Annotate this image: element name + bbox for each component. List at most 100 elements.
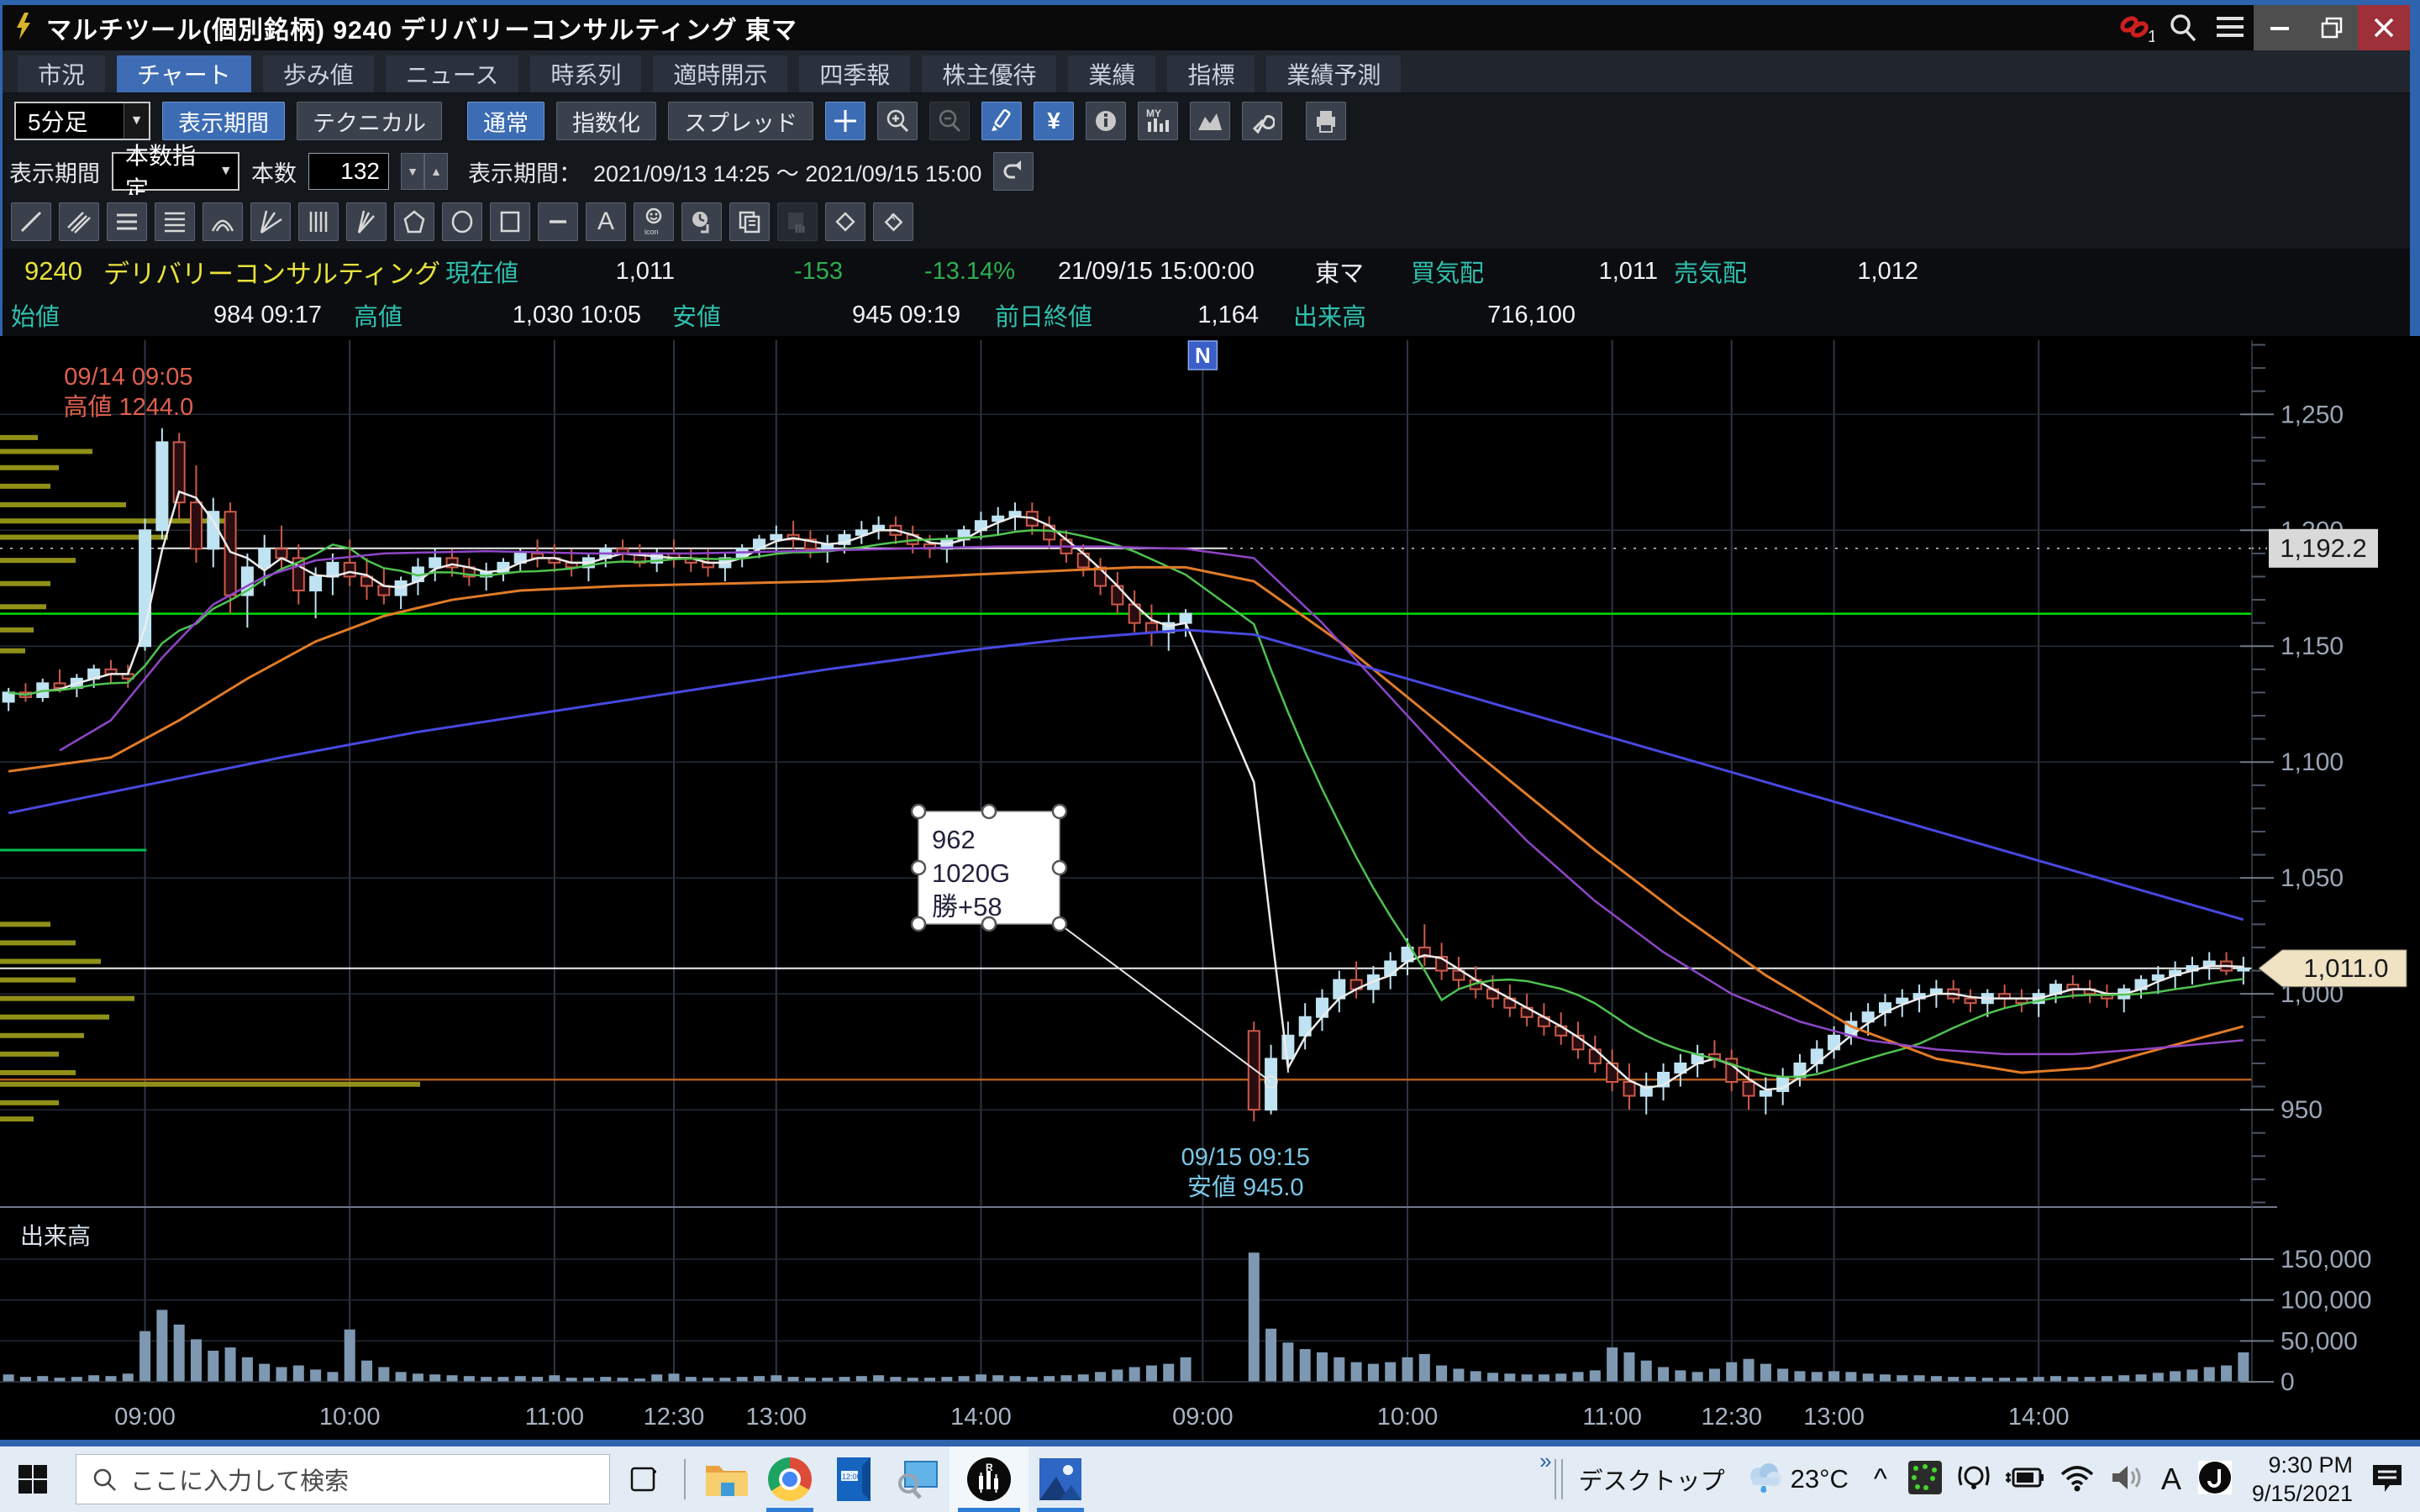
- eraser-all-tool-icon[interactable]: A: [873, 202, 913, 241]
- photos-app-icon[interactable]: [1028, 1446, 1092, 1512]
- tab-四季報[interactable]: 四季報: [799, 55, 910, 92]
- svg-text:12:30: 12:30: [1701, 1404, 1762, 1431]
- print-icon[interactable]: [1306, 102, 1346, 140]
- info-icon[interactable]: [1086, 102, 1126, 140]
- tab-時系列[interactable]: 時系列: [530, 55, 641, 92]
- svg-text:14:00: 14:00: [2008, 1404, 2070, 1431]
- temperature-label[interactable]: 23°C: [1791, 1464, 1849, 1494]
- axes-layer: 9501,0001,0501,1001,1501,2001,250050,000…: [0, 340, 2371, 1431]
- svg-text:安値 945.0: 安値 945.0: [1187, 1173, 1304, 1201]
- svg-text:1,150: 1,150: [2281, 633, 2344, 660]
- zoom-out-icon[interactable]: [929, 102, 970, 140]
- zoom-in-icon[interactable]: [877, 102, 918, 140]
- wifi-tray-icon[interactable]: [2059, 1462, 2096, 1497]
- file-explorer-icon[interactable]: [694, 1446, 758, 1512]
- vertical-lines-tool-icon[interactable]: [298, 202, 339, 241]
- display-period-button[interactable]: 表示期間: [162, 102, 285, 140]
- range-value: 2021/09/13 14:25 ～ 2021/09/15 15:00: [593, 155, 981, 188]
- my-chart-icon[interactable]: MY: [1138, 102, 1178, 140]
- arcs-tool-icon[interactable]: [203, 202, 243, 241]
- count-decrement-button[interactable]: ▼: [401, 153, 424, 190]
- svg-text:1,250: 1,250: [2281, 401, 2344, 428]
- pentagon-tool-icon[interactable]: [394, 202, 434, 241]
- reload-icon[interactable]: [993, 152, 1034, 191]
- svg-text:MY: MY: [1146, 108, 1161, 119]
- taskbar-separator: [1561, 1459, 1563, 1499]
- ask-label: 売気配: [1674, 249, 1747, 294]
- tab-歩み値[interactable]: 歩み値: [263, 55, 374, 92]
- minimize-button[interactable]: [2254, 5, 2306, 50]
- speed-lines-tool-icon[interactable]: [346, 202, 387, 241]
- app-bolt-icon: [13, 12, 34, 45]
- volume-tray-icon[interactable]: [2109, 1462, 2146, 1497]
- chart-canvas[interactable]: 9501,0001,0501,1001,1501,2001,250050,000…: [0, 336, 2420, 1440]
- action-center-icon[interactable]: [2370, 1460, 2405, 1499]
- task-view-button[interactable]: [610, 1446, 676, 1512]
- tab-適時開示[interactable]: 適時開示: [653, 55, 787, 92]
- trendline-tool-icon[interactable]: [11, 202, 51, 241]
- tab-指標[interactable]: 指標: [1167, 55, 1255, 92]
- taskbar-clock[interactable]: 9:30 PM 9/15/2021: [2252, 1451, 2353, 1508]
- spread-mode-button[interactable]: スプレッド: [668, 102, 813, 140]
- yen-icon[interactable]: ¥: [1034, 102, 1074, 140]
- camera-tray-icon[interactable]: [1956, 1462, 1991, 1498]
- desktop-toolbar-label[interactable]: デスクトップ: [1579, 1462, 1725, 1497]
- horizontal-lines4-tool-icon[interactable]: [155, 202, 195, 241]
- fan-lines-tool-icon[interactable]: [250, 202, 291, 241]
- rectangle-tool-icon[interactable]: [490, 202, 530, 241]
- menu-icon[interactable]: [2207, 5, 2254, 50]
- desktop-screen: マルチツール(個別銘柄) 9240 デリバリーコンサルティング 東マ 1: [0, 0, 2420, 1512]
- svg-text:09:00: 09:00: [1172, 1404, 1234, 1431]
- led-tray-icon[interactable]: [1907, 1460, 1943, 1499]
- hand-drag-tool-icon[interactable]: [777, 202, 818, 241]
- text-tool-icon[interactable]: A: [586, 202, 626, 241]
- tab-市況[interactable]: 市況: [18, 55, 105, 92]
- icon-stamp-tool-icon[interactable]: icon: [634, 202, 674, 241]
- tab-株主優待[interactable]: 株主優待: [922, 55, 1056, 92]
- trading-app-icon[interactable]: R: [950, 1446, 1028, 1512]
- restore-button[interactable]: [2306, 5, 2358, 50]
- ime-letter-icon[interactable]: A: [2161, 1462, 2181, 1497]
- horizontal-lines3-tool-icon[interactable]: [107, 202, 147, 241]
- tab-業績[interactable]: 業績: [1068, 55, 1155, 92]
- low-label: 安値: [672, 294, 721, 336]
- running-indicator: [958, 1508, 1020, 1512]
- wrench-icon[interactable]: [1242, 102, 1282, 140]
- svg-text:14:00: 14:00: [950, 1404, 1012, 1431]
- interval-dropdown[interactable]: 5分足 ▼: [14, 102, 150, 140]
- count-increment-button[interactable]: ▲: [424, 153, 448, 190]
- search-icon[interactable]: [2160, 5, 2207, 50]
- overflow-chevron[interactable]: »: [1539, 1448, 1551, 1474]
- tab-業績予測[interactable]: 業績予測: [1266, 55, 1401, 92]
- ime-mode-icon[interactable]: [2196, 1459, 2233, 1500]
- search-icon: [92, 1467, 117, 1492]
- tab-チャート[interactable]: チャート: [117, 55, 251, 92]
- svg-text:10:00: 10:00: [319, 1404, 381, 1431]
- period-mode-dropdown[interactable]: 本数指定 ▼: [112, 152, 239, 191]
- technical-button[interactable]: テクニカル: [297, 102, 442, 140]
- taskbar-search-input[interactable]: ここに入力して検索: [76, 1454, 610, 1504]
- ellipse-tool-icon[interactable]: [442, 202, 482, 241]
- link-group-icon[interactable]: 1: [2112, 5, 2160, 50]
- weather-icon[interactable]: [1745, 1461, 1784, 1499]
- snip-search-icon[interactable]: [886, 1446, 950, 1512]
- time-marker-tool-icon[interactable]: [681, 202, 722, 241]
- pencil-icon[interactable]: [981, 102, 1022, 140]
- normal-mode-button[interactable]: 通常: [467, 102, 544, 140]
- mountain-chart-icon[interactable]: [1190, 102, 1230, 140]
- taskbar: ここに入力して検索 12:00 R: [0, 1446, 2420, 1512]
- crosshair-icon[interactable]: [825, 102, 865, 140]
- bar-count-input[interactable]: 132: [308, 153, 389, 190]
- horizontal-segment-tool-icon[interactable]: [538, 202, 578, 241]
- parallel-lines-tool-icon[interactable]: [59, 202, 99, 241]
- close-button[interactable]: [2358, 5, 2410, 50]
- start-button[interactable]: [0, 1446, 66, 1512]
- copy-tool-icon[interactable]: [729, 202, 770, 241]
- calendar-app-icon[interactable]: 12:00: [822, 1446, 886, 1512]
- tab-ニュース[interactable]: ニュース: [386, 55, 519, 92]
- chrome-icon[interactable]: [758, 1446, 822, 1512]
- indexed-mode-button[interactable]: 指数化: [556, 102, 656, 140]
- eraser-tool-icon[interactable]: [825, 202, 865, 241]
- hidden-icons-chevron[interactable]: ^: [1874, 1463, 1887, 1496]
- battery-tray-icon[interactable]: [2005, 1462, 2045, 1497]
